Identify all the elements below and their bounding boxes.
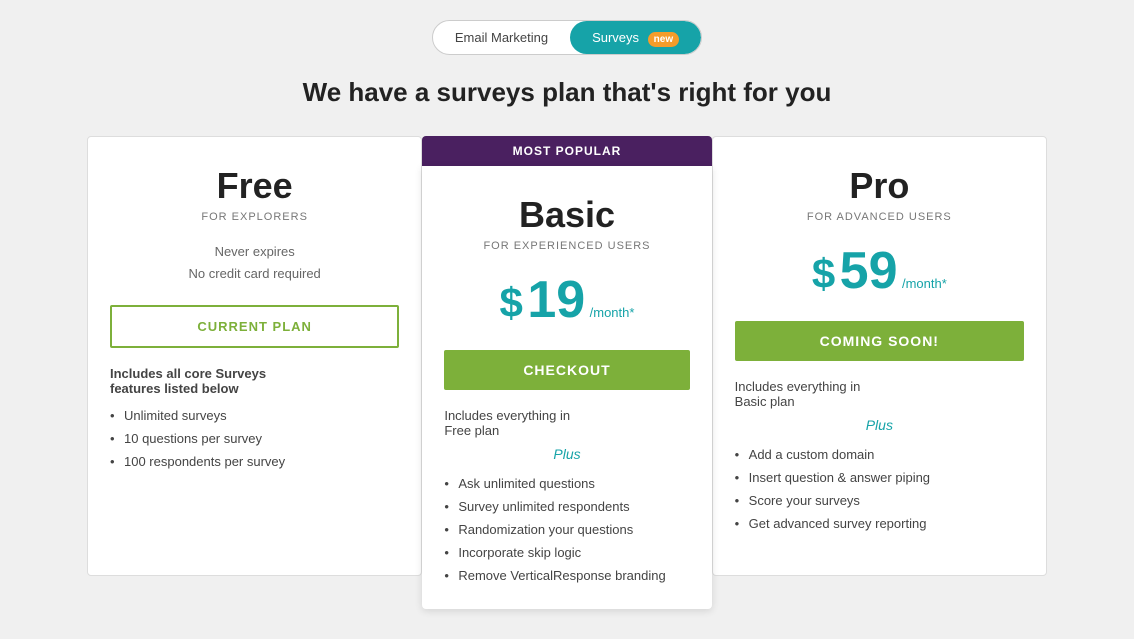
basic-price-area: $ 19 /month* [444,270,689,330]
pro-plus-label: Plus [735,417,1024,433]
most-popular-banner: MOST POPULAR [422,136,711,166]
list-item: Survey unlimited respondents [444,495,689,518]
pro-price-dollar: $ [812,250,835,297]
free-feature-list: Unlimited surveys 10 questions per surve… [110,404,399,473]
free-plan-card: Free FOR EXPLORERS Never expires No cred… [87,136,422,576]
pro-plan-subtitle: FOR ADVANCED USERS [735,211,1024,223]
plan-type-toggle[interactable]: Email Marketing Surveys new [432,20,702,55]
list-item: 100 respondents per survey [110,450,399,473]
basic-plan-subtitle: FOR EXPERIENCED USERS [444,240,689,252]
basic-price-amount: 19 [527,271,585,329]
surveys-tab-label: Surveys [592,30,639,45]
basic-plan-wrapper: MOST POPULAR Basic FOR EXPERIENCED USERS… [422,136,711,609]
pro-price-area: $ 59 /month* [735,241,1024,301]
basic-feature-list: Ask unlimited questions Survey unlimited… [444,472,689,587]
list-item: Ask unlimited questions [444,472,689,495]
free-includes-text: Includes all core Surveys features liste… [110,366,399,396]
coming-soon-button[interactable]: COMING SOON! [735,321,1024,361]
list-item: Add a custom domain [735,443,1024,466]
list-item: Incorporate skip logic [444,541,689,564]
new-badge: new [648,32,679,47]
free-plan-expiry: Never expires No credit card required [110,241,399,285]
pro-price-amount: 59 [840,242,898,300]
basic-plus-label: Plus [444,446,689,462]
page-headline: We have a surveys plan that's right for … [303,77,832,108]
list-item: 10 questions per survey [110,427,399,450]
basic-includes-text: Includes everything in Free plan [444,408,689,438]
current-plan-button[interactable]: CURRENT PLAN [110,305,399,348]
list-item: Get advanced survey reporting [735,512,1024,535]
basic-price-dollar: $ [500,279,523,326]
plans-container: Free FOR EXPLORERS Never expires No cred… [87,136,1047,609]
pro-price-period: /month* [902,276,947,291]
pro-feature-list: Add a custom domain Insert question & an… [735,443,1024,535]
list-item: Remove VerticalResponse branding [444,564,689,587]
basic-plan-name: Basic [444,194,689,236]
pro-plan-card: Pro FOR ADVANCED USERS $ 59 /month* COMI… [712,136,1047,576]
surveys-tab[interactable]: Surveys new [570,21,701,54]
list-item: Unlimited surveys [110,404,399,427]
pro-plan-name: Pro [735,165,1024,207]
basic-price-period: /month* [590,305,635,320]
email-marketing-tab[interactable]: Email Marketing [433,21,570,54]
list-item: Randomization your questions [444,518,689,541]
pro-includes-text: Includes everything in Basic plan [735,379,1024,409]
free-plan-name: Free [110,165,399,207]
free-plan-subtitle: FOR EXPLORERS [110,211,399,223]
checkout-button[interactable]: CHECKOUT [444,350,689,390]
basic-plan-card: Basic FOR EXPERIENCED USERS $ 19 /month*… [422,166,711,609]
list-item: Score your surveys [735,489,1024,512]
list-item: Insert question & answer piping [735,466,1024,489]
